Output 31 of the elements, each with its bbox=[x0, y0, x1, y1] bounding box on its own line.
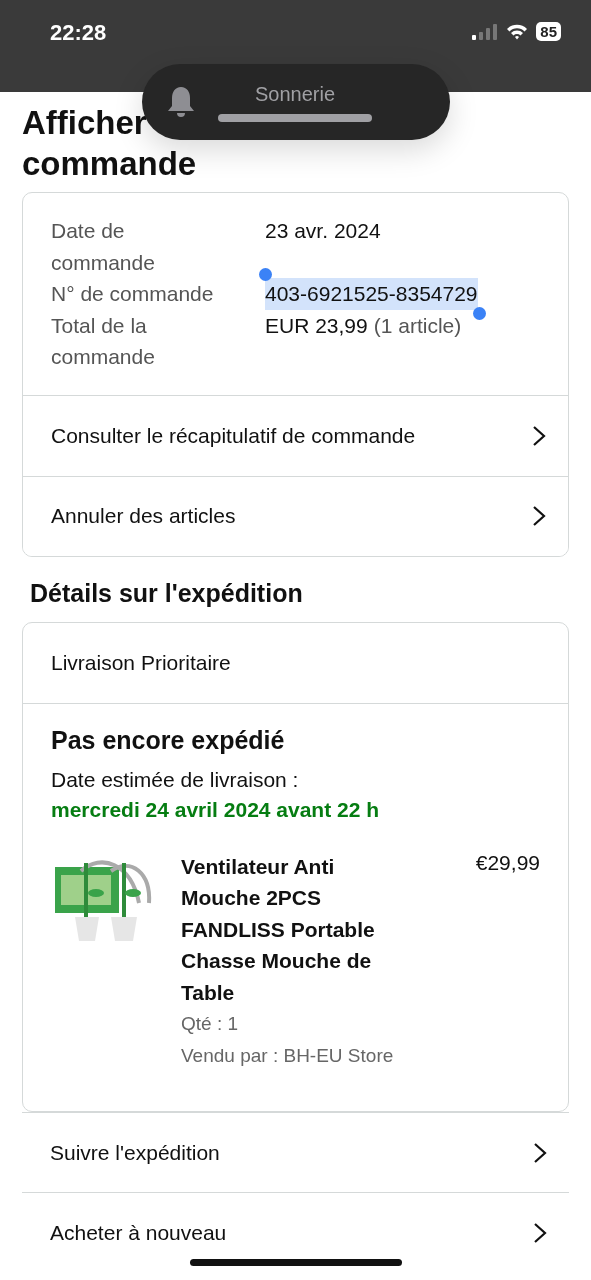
selection-handle[interactable] bbox=[472, 306, 486, 320]
bell-icon bbox=[166, 85, 196, 119]
selection-handle[interactable] bbox=[259, 268, 272, 281]
shipping-method: Livraison Prioritaire bbox=[23, 622, 568, 704]
signal-icon bbox=[472, 23, 499, 40]
chevron-icon bbox=[533, 1221, 547, 1244]
field-value: 23 avr. 2024 bbox=[265, 218, 381, 244]
field-label: Date de commande bbox=[51, 218, 156, 276]
quantity: Qté : 1 bbox=[181, 1012, 240, 1036]
wifi-icon bbox=[506, 23, 529, 40]
clock: 22:28 bbox=[50, 20, 107, 46]
product-title[interactable]: Ventilateur Anti Mouche 2PCS FANDLISS Portable Chasse Mouche de Table bbox=[181, 850, 407, 1008]
chevron-icon bbox=[532, 505, 546, 527]
item-count: (1 article) bbox=[373, 312, 462, 339]
seller: Vendu par : BH-EU Store bbox=[181, 1043, 395, 1068]
field-label: N° de commande bbox=[51, 281, 215, 307]
price: €29,99 bbox=[475, 850, 540, 875]
ringer-label: Sonnerie bbox=[254, 82, 336, 106]
battery-level: 85 bbox=[536, 22, 561, 41]
page-title: commande bbox=[22, 144, 197, 184]
delivery-date: mercredi 24 avril 2024 avant 22 h bbox=[51, 796, 381, 823]
estimate-label: Date estimée de livraison : bbox=[51, 766, 300, 793]
chevron-icon bbox=[533, 1141, 547, 1164]
shipment-status: Pas encore expédié bbox=[51, 725, 286, 755]
chevron-icon bbox=[532, 424, 546, 447]
page-title: Afficher bbox=[22, 103, 147, 143]
field-value: EUR 23,99 bbox=[265, 312, 368, 339]
field-label: Total de la commande bbox=[51, 312, 156, 370]
field-value: 403-6921525-8354729 bbox=[265, 278, 478, 310]
section-heading: Détails sur l'expédition bbox=[30, 578, 304, 608]
order-link[interactable]: Annuler des articles bbox=[23, 475, 568, 556]
